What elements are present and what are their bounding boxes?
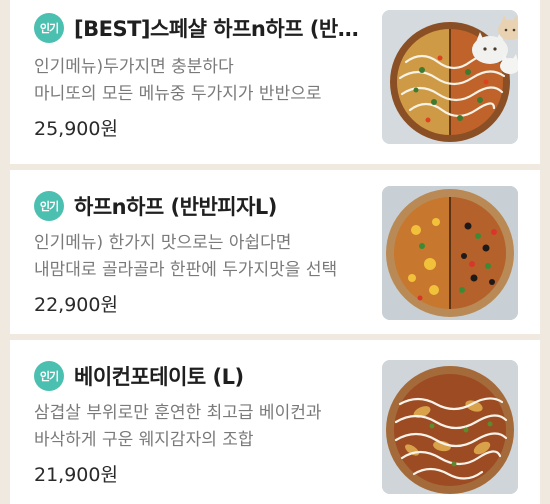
pizza-photo-with-cats-icon[interactable] <box>382 10 518 144</box>
bacon-potato-pizza-photo-icon[interactable] <box>382 360 518 494</box>
description-line: 내맘대로 골라골라 한판에 두가지맛을 선택 <box>34 260 338 280</box>
menu-item-title: 하프n하프 (반반피자L) <box>74 195 277 219</box>
menu-list: 인기 [BEST]스페샬 하프n하프 (반반피자L) 인기메뉴)두가지면 충분하… <box>10 0 540 504</box>
menu-item[interactable]: 인기 베이컨포테이토 (L) 삼겹살 부위로만 훈연한 최고급 베이컨과 바삭하… <box>10 340 540 504</box>
description-line: 바삭하게 구운 웨지감자의 조합 <box>34 430 254 450</box>
description-line: 삼겹살 부위로만 훈연한 최고급 베이컨과 <box>34 403 322 423</box>
menu-item-title-row: 인기 하프n하프 (반반피자L) <box>34 188 364 224</box>
menu-item[interactable]: 인기 하프n하프 (반반피자L) 인기메뉴) 한가지 맛으로는 아쉽다면 내맘대… <box>10 170 540 334</box>
menu-item-description: 인기메뉴) 한가지 맛으로는 아쉽다면 내맘대로 골라골라 한판에 두가지맛을 … <box>34 230 364 284</box>
menu-item-description: 인기메뉴)두가지면 충분하다 마니또의 모든 메뉴중 두가지가 반반으로 <box>34 54 364 108</box>
popular-badge: 인기 <box>34 361 64 391</box>
menu-item[interactable]: 인기 [BEST]스페샬 하프n하프 (반반피자L) 인기메뉴)두가지면 충분하… <box>10 0 540 164</box>
menu-item-title-row: 인기 베이컨포테이토 (L) <box>34 358 364 394</box>
menu-item-title: [BEST]스페샬 하프n하프 (반반피자L) <box>74 17 364 41</box>
menu-item-price: 21,900원 <box>34 464 118 486</box>
description-line: 인기메뉴)두가지면 충분하다 <box>34 57 234 77</box>
popular-badge: 인기 <box>34 191 64 221</box>
menu-item-title-row: 인기 [BEST]스페샬 하프n하프 (반반피자L) <box>34 10 364 46</box>
menu-item-description: 삼겹살 부위로만 훈연한 최고급 베이컨과 바삭하게 구운 웨지감자의 조합 <box>34 400 364 454</box>
menu-item-title: 베이컨포테이토 (L) <box>74 365 244 389</box>
popular-badge: 인기 <box>34 13 64 43</box>
half-half-pizza-photo-icon[interactable] <box>382 186 518 320</box>
description-line: 인기메뉴) 한가지 맛으로는 아쉽다면 <box>34 233 292 253</box>
description-line: 마니또의 모든 메뉴중 두가지가 반반으로 <box>34 84 322 104</box>
menu-item-price: 22,900원 <box>34 294 118 316</box>
menu-item-price: 25,900원 <box>34 118 118 140</box>
